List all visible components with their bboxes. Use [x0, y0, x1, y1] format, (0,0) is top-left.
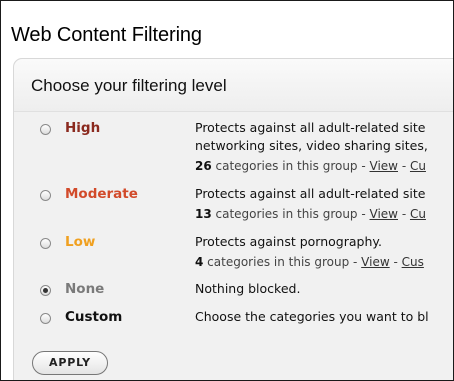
panel-header: Choose your filtering level [14, 59, 453, 112]
level-label-none: None [65, 281, 105, 297]
separator: - [398, 159, 410, 173]
separator: - [389, 255, 402, 269]
filter-panel: Choose your filtering level High Protect… [13, 58, 453, 380]
level-desc-moderate: Protects against all adult-related site [195, 186, 426, 201]
view-link-high[interactable]: View [370, 159, 398, 173]
level-desc-high-line1: Protects against all adult-related site [195, 120, 426, 135]
count-text: categories in this group - [203, 255, 362, 269]
customize-link-high[interactable]: Cu [410, 159, 426, 173]
level-label-high: High [65, 120, 101, 136]
level-desc-low: Protects against pornography. [195, 234, 382, 249]
radio-high[interactable] [40, 124, 51, 135]
count-text: categories in this group - [211, 207, 370, 221]
level-count-moderate: 13 categories in this group - View - Cu [195, 207, 426, 221]
customize-link-moderate[interactable]: Cu [410, 207, 426, 221]
apply-button[interactable]: APPLY [32, 351, 108, 375]
view-link-moderate[interactable]: View [370, 207, 398, 221]
level-count-high: 26 categories in this group - View - Cu [195, 159, 426, 173]
radio-low[interactable] [40, 238, 51, 249]
page-title: Web Content Filtering [11, 24, 202, 46]
radio-custom[interactable] [40, 313, 51, 324]
customize-link-low[interactable]: Cus [402, 255, 424, 269]
level-desc-custom: Choose the categories you want to bl [195, 309, 429, 324]
count-number: 13 [195, 207, 212, 221]
separator: - [398, 207, 410, 221]
level-label-custom: Custom [65, 309, 123, 325]
level-count-low: 4 categories in this group - View - Cus [195, 255, 424, 269]
view-link-low[interactable]: View [361, 255, 389, 269]
radio-none[interactable] [40, 285, 51, 296]
radio-moderate[interactable] [40, 190, 51, 201]
window-frame: Web Content Filtering Choose your filter… [0, 0, 454, 381]
count-number: 26 [195, 159, 212, 173]
level-desc-none: Nothing blocked. [195, 281, 301, 296]
level-desc-high-line2: networking sites, video sharing sites, [195, 138, 428, 153]
panel-subtitle: Choose your filtering level [31, 76, 227, 95]
count-text: categories in this group - [211, 159, 370, 173]
level-label-moderate: Moderate [65, 186, 138, 202]
level-label-low: Low [65, 234, 96, 250]
